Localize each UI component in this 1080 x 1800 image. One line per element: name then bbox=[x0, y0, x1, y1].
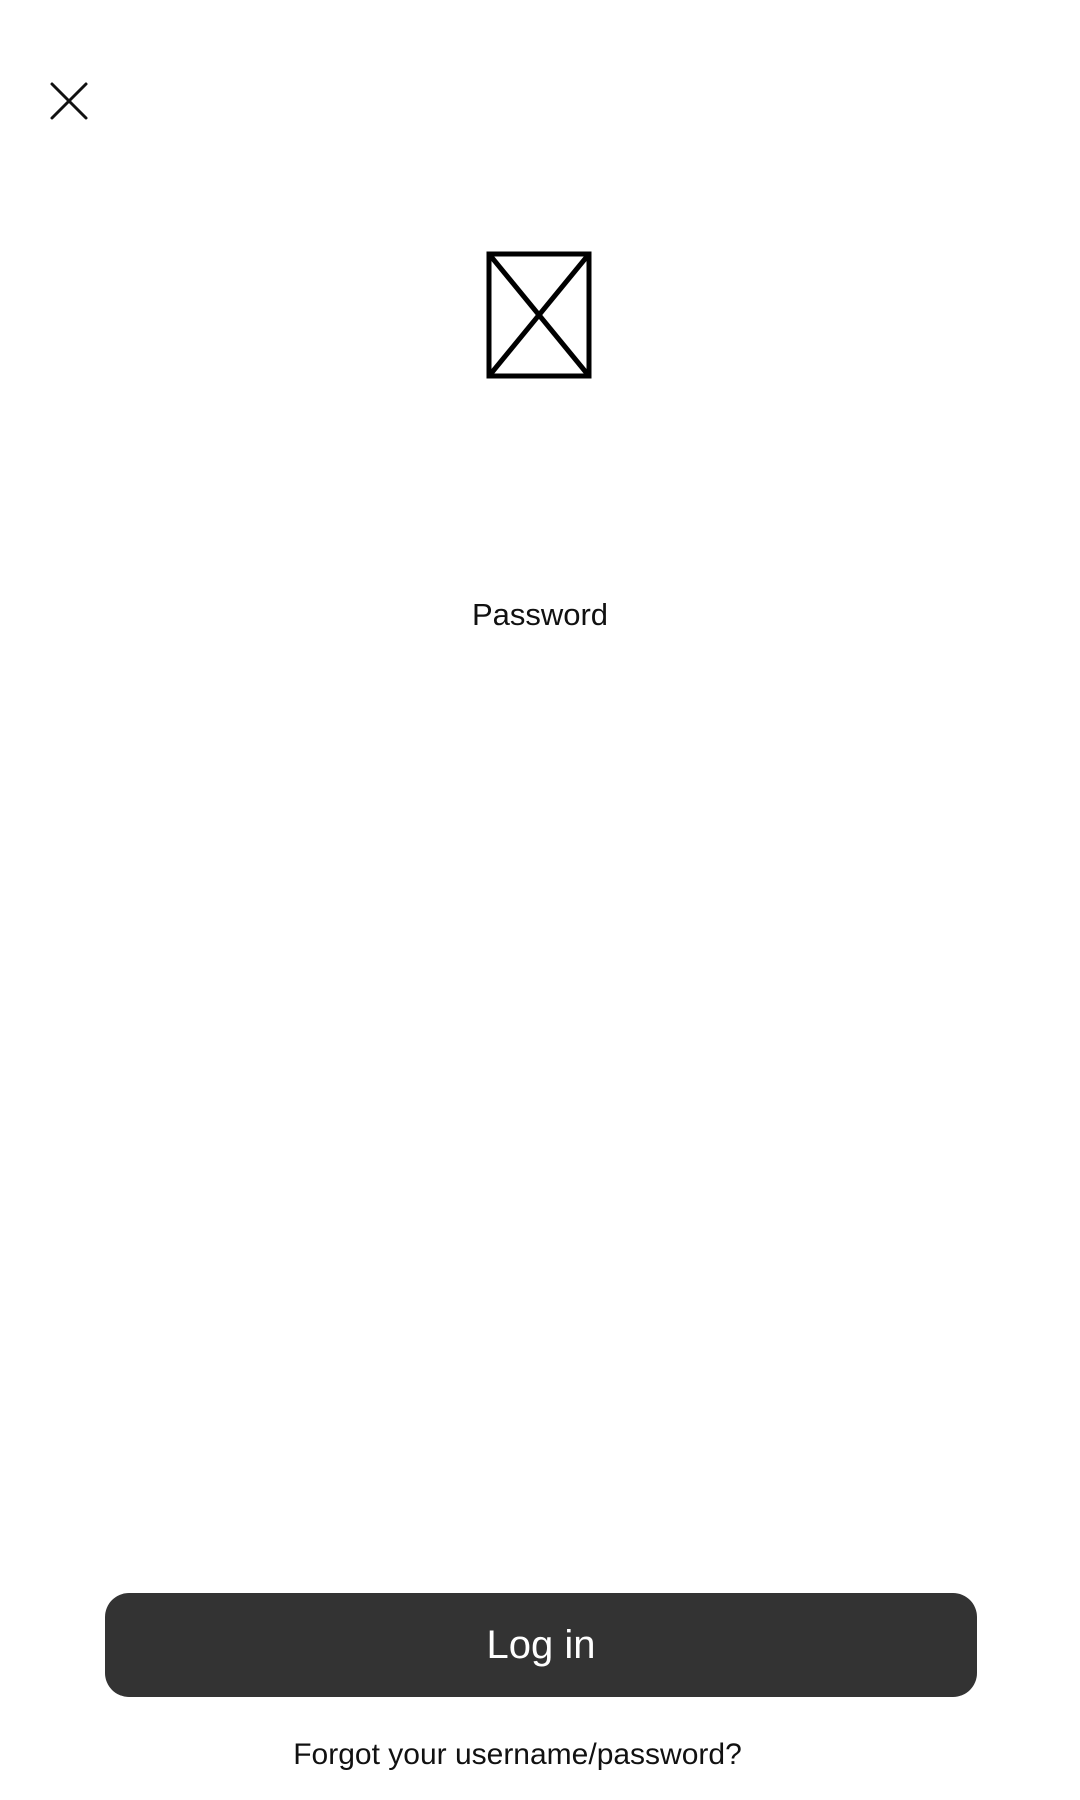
login-button-label: Log in bbox=[486, 1622, 596, 1667]
close-icon bbox=[49, 81, 89, 121]
password-field[interactable]: Password bbox=[380, 585, 700, 645]
login-button[interactable]: Log in bbox=[105, 1593, 977, 1697]
password-label: Password bbox=[471, 597, 609, 632]
close-button[interactable] bbox=[38, 70, 100, 132]
logo-image bbox=[486, 251, 592, 379]
image-placeholder-icon bbox=[486, 251, 592, 379]
forgot-credentials-link[interactable]: Forgot your username/password? bbox=[240, 1733, 795, 1777]
login-screen: Password Log in Forgot your username/pas… bbox=[0, 0, 1080, 1800]
